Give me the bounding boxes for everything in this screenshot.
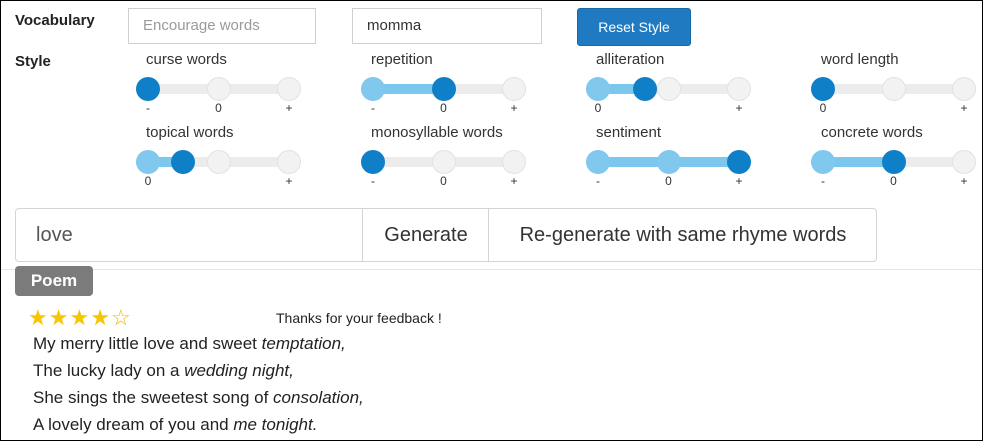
slider-stop[interactable]	[952, 150, 976, 174]
feedback-message: Thanks for your feedback !	[276, 310, 442, 326]
slider-tick-label: 0	[215, 101, 222, 115]
slider-repetition[interactable]: repetition - 0 +	[361, 51, 531, 115]
slider-stop[interactable]	[136, 150, 160, 174]
slider-stop[interactable]	[727, 77, 751, 101]
slider-stop[interactable]	[277, 77, 301, 101]
rhyme-word: temptation,	[261, 334, 346, 353]
encourage-words-input[interactable]: Encourage words	[128, 8, 316, 44]
slider-tick-label: +	[285, 101, 293, 115]
poem-line-text: She sings the sweetest song of	[33, 388, 274, 407]
generate-bar: love Generate Re-generate with same rhym…	[15, 208, 877, 262]
poem-badge: Poem	[15, 266, 93, 296]
star-filled-icon[interactable]: ★	[28, 305, 49, 330]
poem-line: A lovely dream of you and me tonight.	[33, 415, 317, 435]
slider-stop[interactable]	[277, 150, 301, 174]
slider-title: curse words	[146, 51, 227, 68]
slider-title: alliteration	[596, 51, 665, 68]
slider-stop[interactable]	[811, 150, 835, 174]
slider-title: concrete words	[821, 124, 923, 141]
discourage-words-input[interactable]: momma	[352, 8, 542, 44]
slider-tick-label: +	[735, 174, 743, 188]
slider-stop[interactable]	[361, 150, 385, 174]
vocabulary-label: Vocabulary	[15, 12, 95, 29]
slider-alliteration[interactable]: alliteration 0 +	[586, 51, 756, 115]
slider-tick-label: 0	[819, 101, 827, 115]
slider-stop[interactable]	[502, 150, 526, 174]
slider-tick-label: +	[960, 174, 968, 188]
rhyme-word: consolation,	[273, 388, 364, 407]
slider-tick-label: +	[285, 174, 293, 188]
slider-stop[interactable]	[206, 150, 231, 174]
slider-handle[interactable]	[171, 150, 196, 174]
reset-style-button[interactable]: Reset Style	[577, 8, 691, 46]
rating-stars[interactable]: ★★★★☆	[28, 306, 132, 330]
slider-title: sentiment	[596, 124, 662, 141]
generate-button[interactable]: Generate	[362, 209, 489, 261]
poem-line: She sings the sweetest song of consolati…	[33, 388, 364, 408]
slider-stop[interactable]	[656, 150, 681, 174]
rhyme-word: me tonight.	[233, 415, 318, 434]
style-label: Style	[15, 53, 51, 70]
slider-tick-label: +	[510, 174, 518, 188]
slider-stop[interactable]	[881, 150, 906, 174]
slider-tick-label: -	[371, 101, 375, 115]
slider-stop[interactable]	[136, 77, 160, 101]
slider-tick-label: +	[735, 101, 743, 115]
slider-tick-label: 0	[594, 101, 602, 115]
slider-tick-label: +	[510, 101, 518, 115]
slider-tick-label: -	[596, 174, 600, 188]
slider-curse-words[interactable]: curse words - 0 +	[136, 51, 306, 115]
section-divider	[1, 269, 982, 270]
slider-topical-words[interactable]: topical words 0 +	[136, 124, 306, 188]
star-filled-icon[interactable]: ★	[69, 305, 90, 330]
slider-tick-label: 0	[440, 101, 447, 115]
slider-title: monosyllable words	[371, 124, 503, 141]
slider-tick-label: 0	[144, 174, 152, 188]
slider-title: topical words	[146, 124, 234, 141]
poem-line-text: A lovely dream of you and	[33, 415, 234, 434]
slider-sentiment[interactable]: sentiment - 0 +	[586, 124, 756, 188]
star-filled-icon[interactable]: ★	[49, 305, 70, 330]
star-empty-icon[interactable]: ☆	[111, 305, 132, 330]
slider-stop[interactable]	[431, 77, 456, 101]
slider-word-length[interactable]: word length 0 +	[811, 51, 981, 115]
slider-tick-label: -	[821, 174, 825, 188]
poem-line-text: The lucky lady on a	[33, 361, 185, 380]
star-filled-icon[interactable]: ★	[90, 305, 111, 330]
poem-line: The lucky lady on a wedding night,	[33, 361, 294, 381]
slider-stop[interactable]	[727, 150, 751, 174]
slider-tick-label: 0	[440, 174, 447, 188]
slider-stop[interactable]	[656, 77, 681, 101]
slider-title: word length	[821, 51, 899, 68]
rhyme-word: wedding night,	[184, 361, 294, 380]
slider-tick-label: +	[960, 101, 968, 115]
slider-stop[interactable]	[586, 150, 610, 174]
slider-stop[interactable]	[361, 77, 385, 101]
slider-stop[interactable]	[811, 77, 835, 101]
regenerate-button[interactable]: Re-generate with same rhyme words	[488, 209, 877, 261]
slider-tick-label: 0	[665, 174, 672, 188]
slider-stop[interactable]	[206, 77, 231, 101]
slider-stop[interactable]	[431, 150, 456, 174]
slider-tick-label: -	[371, 174, 375, 188]
slider-stop[interactable]	[952, 77, 976, 101]
slider-tick-label: 0	[890, 174, 897, 188]
slider-tick-label: -	[146, 101, 150, 115]
slider-stop[interactable]	[881, 77, 906, 101]
slider-concrete-words[interactable]: concrete words - 0 +	[811, 124, 981, 188]
poem-line-text: My merry little love and sweet	[33, 334, 262, 353]
slider-handle[interactable]	[632, 77, 657, 101]
slider-stop[interactable]	[586, 77, 610, 101]
slider-title: repetition	[371, 51, 433, 68]
app-frame: Vocabulary Encourage words momma Reset S…	[0, 0, 983, 441]
poem-line: My merry little love and sweet temptatio…	[33, 334, 346, 354]
slider-stop[interactable]	[502, 77, 526, 101]
slider-monosyllable-words[interactable]: monosyllable words - 0 +	[361, 124, 531, 188]
seed-word-input[interactable]: love	[36, 209, 73, 261]
